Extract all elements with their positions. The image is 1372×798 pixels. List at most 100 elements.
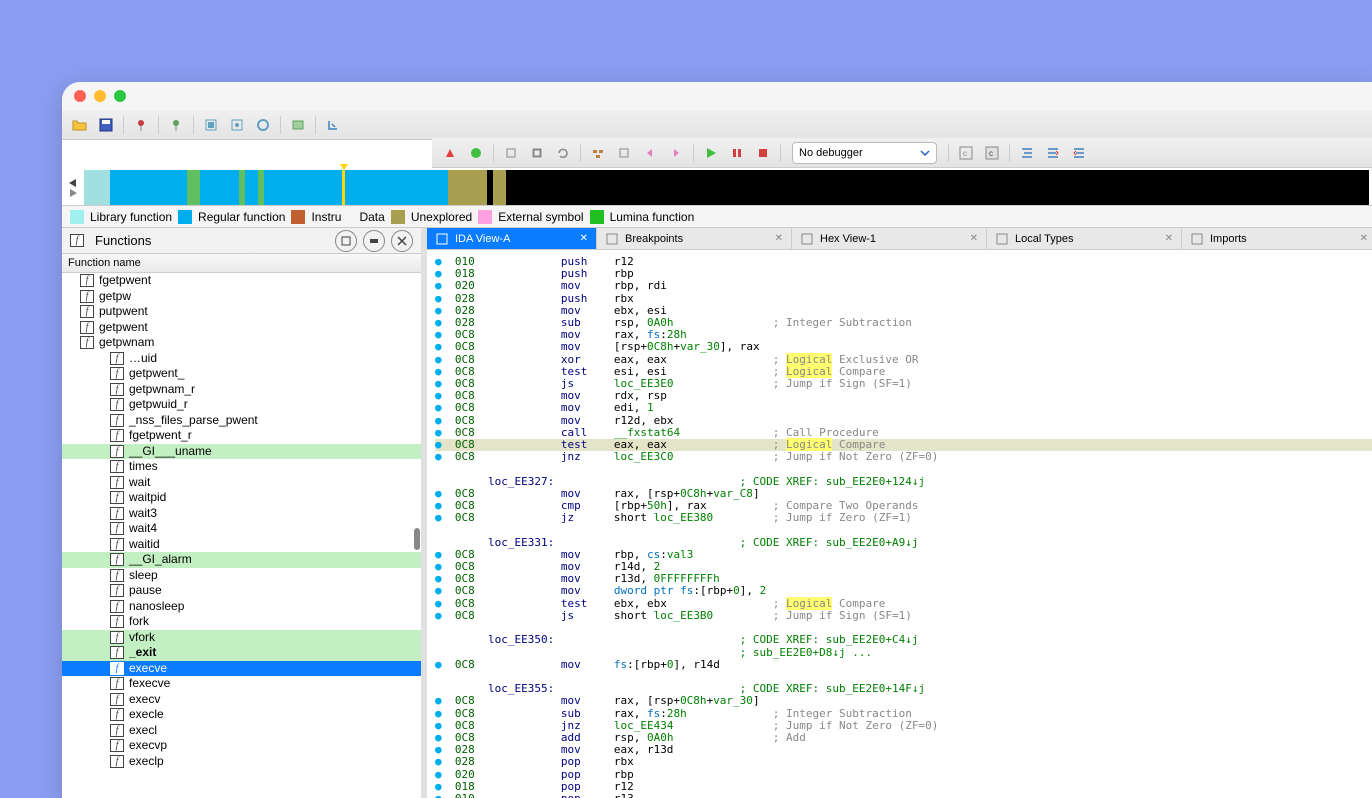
function-row[interactable]: f…uid [62, 351, 421, 367]
toolbar-btn-3[interactable] [129, 114, 153, 136]
run-button[interactable] [699, 142, 723, 164]
debugger-select[interactable]: No debugger [792, 142, 937, 164]
function-icon: f [110, 429, 124, 442]
function-row[interactable]: fvfork [62, 630, 421, 646]
function-row[interactable]: f_nss_files_parse_pwent [62, 413, 421, 429]
tb-indent3[interactable] [1067, 142, 1091, 164]
legend-lum: Lumina function [610, 210, 695, 224]
tb-refresh[interactable] [551, 142, 575, 164]
function-row[interactable]: fpause [62, 583, 421, 599]
toolbar-btn-6[interactable] [225, 114, 249, 136]
tab-imports[interactable]: Imports✕ [1182, 228, 1372, 249]
minimize-window-icon[interactable] [94, 90, 106, 102]
tab-close-icon[interactable]: ✕ [970, 233, 978, 244]
function-row[interactable]: fexeclp [62, 754, 421, 770]
function-row[interactable]: ffork [62, 614, 421, 630]
tb-indent2[interactable] [1041, 142, 1065, 164]
function-icon: f [110, 584, 124, 597]
function-icon: f [110, 445, 124, 458]
tb-c1[interactable]: c [954, 142, 978, 164]
function-row[interactable]: fwait [62, 475, 421, 491]
function-row[interactable]: ffexecve [62, 676, 421, 692]
open-file-button[interactable] [68, 114, 92, 136]
tab-close-icon[interactable]: ✕ [775, 233, 783, 244]
tab-close-icon[interactable]: ✕ [1165, 233, 1173, 244]
function-row[interactable]: ffgetpwent_r [62, 428, 421, 444]
function-row[interactable]: fputpwent [62, 304, 421, 320]
nav-right-icon[interactable] [68, 189, 78, 197]
function-row[interactable]: fgetpwnam_r [62, 382, 421, 398]
function-row[interactable]: fwait4 [62, 521, 421, 537]
function-row[interactable]: fwait3 [62, 506, 421, 522]
tab-close-icon[interactable]: ✕ [580, 233, 588, 244]
scrollbar-thumb[interactable] [414, 528, 420, 550]
stop-button[interactable] [751, 142, 775, 164]
tab-close-icon[interactable]: ✕ [1360, 233, 1368, 244]
legend-reg: Regular function [198, 210, 285, 224]
function-name: getpwent_ [129, 366, 184, 382]
function-name: execvp [129, 738, 167, 754]
disassembly-view[interactable]: ● 010 push r12● 018 push rbp● 020 mov rb… [427, 250, 1372, 798]
function-name: execve [129, 661, 167, 677]
tb-green-dot[interactable] [464, 142, 488, 164]
tb-indent1[interactable] [1015, 142, 1039, 164]
function-list[interactable]: ffgetpwentfgetpwfputpwentfgetpwentfgetpw… [62, 273, 421, 798]
tab-breakpoints[interactable]: Breakpoints✕ [597, 228, 792, 249]
function-row[interactable]: fexecvp [62, 738, 421, 754]
function-row[interactable]: fexecv [62, 692, 421, 708]
functions-panel: f Functions Function name ffgetpwentfget… [62, 228, 427, 798]
function-row[interactable]: fnanosleep [62, 599, 421, 615]
overview-strip[interactable] [84, 170, 1372, 205]
function-name: fgetpwent [99, 273, 151, 289]
function-icon: f [110, 367, 124, 380]
tb-fwd[interactable] [664, 142, 688, 164]
stop-icon [757, 147, 769, 159]
tb-c2[interactable]: c [980, 142, 1004, 164]
save-button[interactable] [94, 114, 118, 136]
function-row[interactable]: fexecle [62, 707, 421, 723]
function-row[interactable]: fgetpwent [62, 320, 421, 336]
function-row[interactable]: fwaitid [62, 537, 421, 553]
toolbar-btn-4[interactable] [164, 114, 188, 136]
pause-button[interactable] [725, 142, 749, 164]
function-icon: f [110, 600, 124, 613]
tb-struct[interactable] [586, 142, 610, 164]
function-row[interactable]: f_exit [62, 645, 421, 661]
close-window-icon[interactable] [74, 90, 86, 102]
tb-box1[interactable] [612, 142, 636, 164]
panel-btn-2[interactable] [363, 230, 385, 252]
function-row[interactable]: ftimes [62, 459, 421, 475]
tb-text2[interactable] [525, 142, 549, 164]
function-row[interactable]: fgetpw [62, 289, 421, 305]
panel-btn-1[interactable] [335, 230, 357, 252]
function-icon: f [110, 398, 124, 411]
toolbar-btn-5[interactable] [199, 114, 223, 136]
function-row[interactable]: fgetpwnam [62, 335, 421, 351]
tab-ida-view[interactable]: IDA View-A✕ [427, 228, 597, 249]
toolbar-btn-7[interactable] [251, 114, 275, 136]
tb-text1[interactable] [499, 142, 523, 164]
tb-back[interactable] [638, 142, 662, 164]
function-row[interactable]: f__GI_alarm [62, 552, 421, 568]
navigation-bar [62, 170, 1372, 206]
function-row[interactable]: ffgetpwent [62, 273, 421, 289]
toolbar-btn-8[interactable] [286, 114, 310, 136]
panel-close-button[interactable] [391, 230, 413, 252]
function-row[interactable]: f getpwent_ [62, 366, 421, 382]
function-row[interactable]: fwaitpid [62, 490, 421, 506]
function-name: getpw [99, 289, 131, 305]
function-row[interactable]: f__GI___uname [62, 444, 421, 460]
tab-local-types[interactable]: Local Types✕ [987, 228, 1182, 249]
function-row[interactable]: fexecl [62, 723, 421, 739]
function-row[interactable]: fsleep [62, 568, 421, 584]
function-row[interactable]: fexecve [62, 661, 421, 677]
tab-hex-view[interactable]: Hex View-1✕ [792, 228, 987, 249]
column-header[interactable]: Function name [62, 254, 421, 273]
toolbar-btn-9[interactable] [321, 114, 345, 136]
tab-icon [1190, 232, 1204, 246]
function-row[interactable]: fgetpwuid_r [62, 397, 421, 413]
function-icon: f [110, 724, 124, 737]
tb-red-up[interactable] [438, 142, 462, 164]
nav-left-icon[interactable] [68, 179, 78, 187]
maximize-window-icon[interactable] [114, 90, 126, 102]
